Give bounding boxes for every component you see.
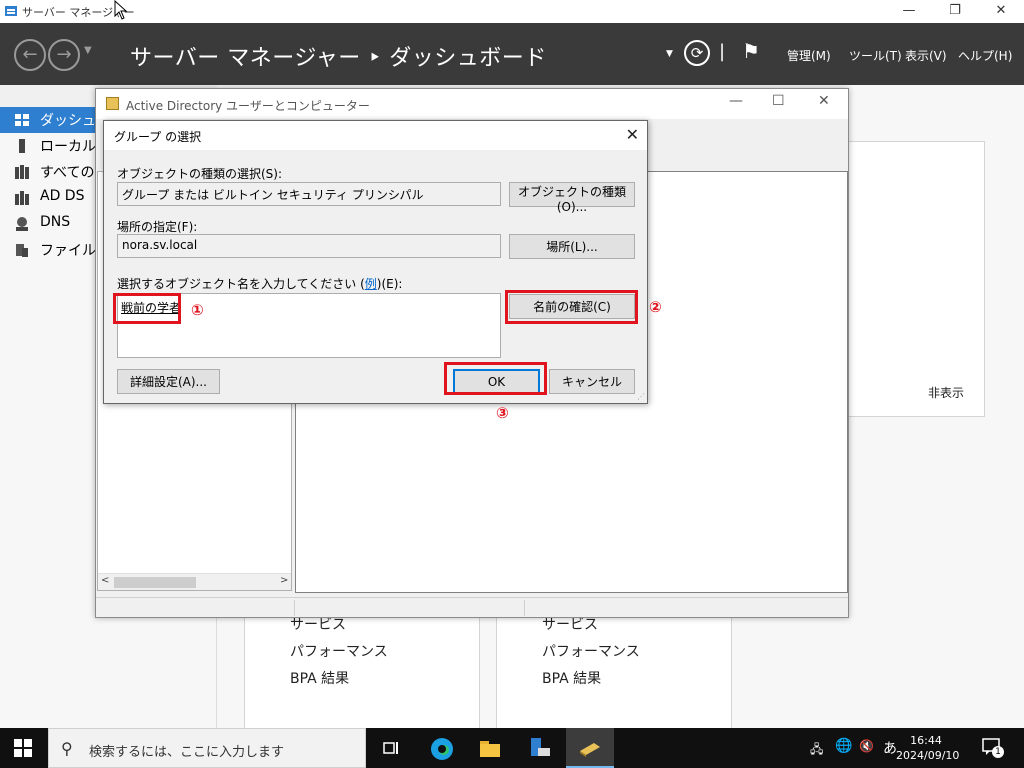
ad-minimize-button[interactable]: — [729, 93, 743, 109]
enter-label-suffix: )(E): [376, 277, 403, 291]
tile-performance-link[interactable]: パフォーマンス [290, 641, 388, 661]
ok-button[interactable]: OK [453, 369, 540, 394]
divider: | [719, 41, 726, 62]
advanced-button[interactable]: 詳細設定(A)... [117, 369, 220, 394]
tile-performance-link[interactable]: パフォーマンス [542, 641, 640, 661]
role-tile-right: サービス パフォーマンス BPA 結果 [496, 605, 732, 730]
status-divider [524, 600, 525, 616]
clock-time: 16:44 [910, 734, 942, 747]
menu-help[interactable]: ヘルプ(H) [958, 47, 1012, 64]
role-tile-left: サービス パフォーマンス BPA 結果 [244, 605, 480, 730]
server-manager-taskbar-button[interactable] [516, 728, 564, 768]
minimize-button[interactable]: — [886, 0, 932, 23]
globe-icon[interactable]: 🌐 [835, 738, 852, 754]
search-icon: ⚲ [61, 739, 73, 758]
ad-users-taskbar-icon [580, 743, 600, 757]
dropdown-icon[interactable]: ▼ [666, 49, 673, 59]
locations-button[interactable]: 場所(L)... [509, 234, 635, 259]
ad-app-icon [106, 97, 119, 110]
dashboard-icon [15, 114, 29, 126]
dialog-title: グループ の選択 [114, 130, 202, 144]
server-manager-titlebar: サーバー マネージャー — ❐ ✕ [0, 0, 1024, 23]
network-icon[interactable]: 🖧 [810, 740, 823, 761]
annotation-marker-1: ① [191, 301, 204, 319]
maximize-button[interactable]: ❐ [932, 0, 978, 23]
explorer-taskbar-button[interactable] [466, 728, 514, 768]
refresh-icon[interactable]: ⟳ [684, 40, 710, 66]
object-name-value: 戦前の学者 [121, 301, 182, 315]
cancel-button[interactable]: キャンセル [549, 369, 635, 394]
ad-users-taskbar-button[interactable] [566, 728, 614, 768]
close-button[interactable]: ✕ [978, 0, 1024, 23]
forward-arrow-icon[interactable]: → [48, 39, 80, 71]
ime-indicator[interactable]: あ [883, 738, 897, 758]
server-manager-header: ← → ▼ サーバー マネージャー ‣ ダッシュボード ▼ ⟳ | ⚑ 管理(M… [0, 23, 1024, 85]
ad-close-button[interactable]: ✕ [818, 93, 830, 109]
edge-icon [431, 738, 453, 760]
check-names-button[interactable]: 名前の確認(C) [509, 294, 635, 319]
annotation-marker-2: ② [649, 298, 662, 316]
taskbar: ⚲ 検索するには、ここに入力します 🖧 🌐 🔇 あ 16:44 2024/09/… [0, 728, 1024, 768]
status-divider [294, 600, 295, 616]
task-view-button[interactable] [368, 728, 416, 768]
tree-horizontal-scrollbar[interactable]: < > [98, 573, 291, 590]
clock[interactable]: 16:44 2024/09/10 [896, 733, 960, 763]
tile-bpa-link[interactable]: BPA 結果 [542, 668, 601, 688]
sidebar-item-label: AD DS [40, 188, 85, 204]
server-manager-app-icon [5, 6, 17, 16]
menu-manage[interactable]: 管理(M) [787, 47, 831, 64]
resize-grip-icon[interactable]: ⋰ [637, 392, 645, 401]
servers-icon [15, 165, 29, 179]
enter-label-prefix: 選択するオブジェクト名を入力してください ( [117, 277, 365, 291]
ad-window-titlebar: Active Directory ユーザーとコンピューター — ☐ ✕ [96, 89, 848, 119]
edge-taskbar-button[interactable] [418, 728, 466, 768]
dialog-titlebar: グループ の選択 ✕ [104, 121, 647, 150]
server-manager-taskbar-icon [531, 738, 550, 756]
object-type-label: オブジェクトの種類の選択(S): [117, 167, 283, 181]
taskbar-search-box[interactable]: ⚲ 検索するには、ここに入力します [48, 728, 366, 768]
ad-ds-icon [15, 191, 29, 205]
select-group-dialog: グループ の選択 ✕ オブジェクトの種類の選択(S): グループ または ビルト… [103, 120, 648, 404]
hide-link[interactable]: 非表示 [928, 384, 964, 401]
menu-tools[interactable]: ツール(T) [849, 47, 902, 64]
tile-bpa-link[interactable]: BPA 結果 [290, 668, 349, 688]
folder-icon [480, 741, 500, 757]
windows-start-icon[interactable] [14, 739, 32, 757]
flag-icon[interactable]: ⚑ [742, 39, 760, 63]
ad-status-bar [96, 597, 848, 617]
back-arrow-icon[interactable]: ← [14, 39, 46, 71]
object-type-field: グループ または ビルトイン セキュリティ プリンシパル [117, 182, 501, 206]
history-dropdown-icon[interactable]: ▼ [84, 45, 92, 56]
scroll-thumb[interactable] [114, 577, 196, 588]
page-title: サーバー マネージャー ‣ ダッシュボード [130, 46, 547, 71]
menu-view[interactable]: 表示(V) [905, 47, 947, 64]
enter-object-name-label: 選択するオブジェクト名を入力してください (例)(E): [117, 275, 402, 292]
dns-icon [16, 217, 28, 231]
notification-center-button[interactable]: 1 [982, 738, 1004, 758]
mouse-cursor-icon [114, 0, 128, 20]
location-label: 場所の指定(F): [117, 220, 198, 234]
task-view-icon [383, 742, 398, 754]
sidebar-item-label: DNS [40, 214, 71, 230]
object-name-textarea[interactable]: 戦前の学者 [117, 293, 501, 358]
server-icon [19, 139, 25, 153]
notification-count-badge: 1 [992, 746, 1004, 758]
search-placeholder: 検索するには、ここに入力します [89, 745, 285, 760]
object-types-button[interactable]: オブジェクトの種類(O)... [509, 182, 635, 214]
examples-link[interactable]: 例 [365, 277, 377, 291]
dialog-close-icon[interactable]: ✕ [626, 125, 639, 144]
ad-window-title: Active Directory ユーザーとコンピューター [126, 99, 370, 113]
ad-maximize-button[interactable]: ☐ [772, 93, 785, 109]
clock-date: 2024/09/10 [896, 749, 960, 762]
file-services-icon [16, 244, 28, 257]
scroll-right-icon[interactable]: > [280, 575, 288, 586]
scroll-left-icon[interactable]: < [101, 575, 109, 586]
annotation-marker-3: ③ [496, 404, 509, 422]
volume-muted-icon[interactable]: 🔇 [859, 739, 874, 753]
location-field: nora.sv.local [117, 234, 501, 258]
